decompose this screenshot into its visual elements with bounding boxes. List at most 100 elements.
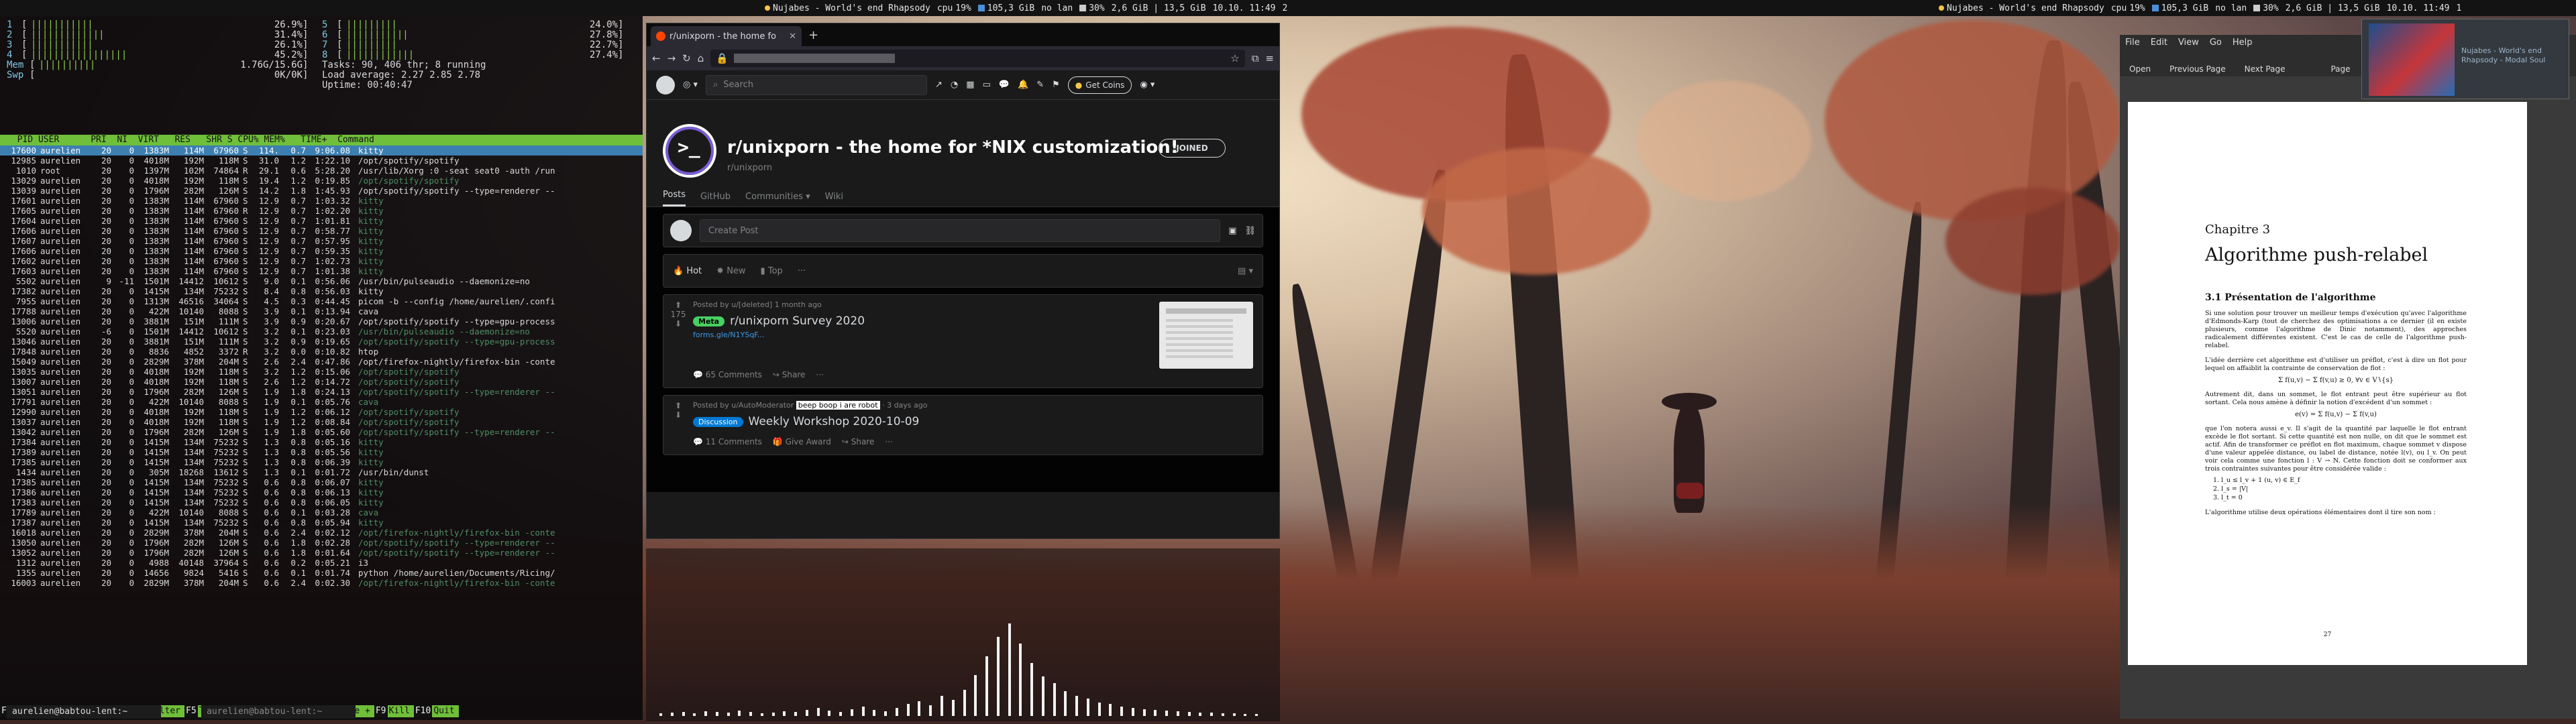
- sort-top[interactable]: ▮ Top: [761, 266, 783, 276]
- firefox-window[interactable]: r/unixporn - the home fo ✕ + ← → ↻ ⌂ 🔒 ☆ ⧉…: [646, 23, 1280, 539]
- table-row[interactable]: 12985 aurelien 20 0 4018M 192M 118M S 31.0 1.2 1:2…: [0, 156, 643, 166]
- close-tab-icon[interactable]: ✕: [789, 32, 796, 42]
- table-row[interactable]: 15049 aurelien 20 0 2829M 378M 204M S 2.6 2.4 0:47…: [0, 357, 643, 367]
- share-button[interactable]: ↪ Share: [842, 437, 875, 446]
- more-icon[interactable]: ···: [885, 437, 892, 446]
- moderation-icon[interactable]: ⚑: [1052, 80, 1060, 90]
- workspace-indicator[interactable]: 2: [1283, 3, 1288, 13]
- table-row[interactable]: 13029 aurelien 20 0 4018M 192M 118M S 19.4 1.2 0:1…: [0, 176, 643, 186]
- function-key-label[interactable]: Quit: [432, 705, 459, 717]
- now-playing[interactable]: Nujabes - World's end Rhapsody: [765, 3, 930, 13]
- table-row[interactable]: 17601 aurelien 20 0 1383M 114M 67960 S 12.9 0.7 1:…: [0, 196, 643, 206]
- table-row[interactable]: 17606 aurelien 20 0 1383M 114M 67960 S 12.9 0.7 0:…: [0, 226, 643, 236]
- album-art-window[interactable]: Nujabes - World's end Rhapsody - Modal So…: [2361, 19, 2569, 99]
- table-row[interactable]: 17387 aurelien 20 0 1415M 134M 75232 S 0.6 0.8 0:0…: [0, 518, 643, 528]
- upvote-icon[interactable]: ⬆: [675, 300, 682, 310]
- table-row[interactable]: 1434 aurelien 20 0 305M 18268 13612 S 1.3 0.1 0:01…: [0, 467, 643, 477]
- create-post-icon[interactable]: ✎: [1036, 80, 1044, 90]
- reload-icon[interactable]: ↻: [682, 52, 691, 64]
- table-row[interactable]: 17602 aurelien 20 0 1383M 114M 67960 S 12.9 0.7 1:…: [0, 256, 643, 266]
- table-row[interactable]: 17788 aurelien 20 0 422M 10140 8088 S 3.9 0.1 0:13…: [0, 306, 643, 316]
- back-icon[interactable]: ←: [652, 52, 661, 64]
- menu-item-help[interactable]: Help: [2233, 38, 2253, 48]
- process-table-header[interactable]: PID USER PRI NI VIRT RES SHR S CPU% MEM%…: [0, 135, 643, 145]
- award-button[interactable]: 🎁 Give Award: [773, 437, 831, 446]
- post-card[interactable]: ⬆ ⬇ Posted by u/AutoModerator beep boop i…: [663, 395, 1263, 455]
- table-row[interactable]: 13042 aurelien 20 0 1796M 282M 126M S 1.9 1.8 0:05…: [0, 427, 643, 437]
- view-mode-icon[interactable]: ▤ ▾: [1238, 266, 1253, 276]
- table-row[interactable]: 17384 aurelien 20 0 1415M 134M 75232 S 1.3 0.8 0:0…: [0, 437, 643, 447]
- pdf-viewer-window[interactable]: File Edit View Go Help Open Previous Page Ne…: [2120, 35, 2576, 719]
- tab-communities[interactable]: Communities ▾: [745, 192, 810, 206]
- more-options-icon[interactable]: ···: [798, 266, 806, 276]
- new-tab-button[interactable]: +: [808, 28, 818, 46]
- table-row[interactable]: 16018 aurelien 20 0 2829M 378M 204M S 0.6 2.4 0:02…: [0, 528, 643, 538]
- table-row[interactable]: 1355 aurelien 20 0 14656 9824 5416 S 0.6 0.1 0:01.…: [0, 568, 643, 578]
- reddit-search[interactable]: ⌕ Search: [706, 74, 928, 95]
- table-row[interactable]: 17603 aurelien 20 0 1383M 114M 67960 S 12.9 0.7 1:…: [0, 266, 643, 276]
- post-flair[interactable]: Discussion: [693, 416, 743, 427]
- video-icon[interactable]: ▭: [983, 80, 991, 90]
- url-bar[interactable]: 🔒 ☆: [710, 50, 1245, 67]
- avatar[interactable]: ◉ ▾: [1140, 80, 1155, 90]
- table-row[interactable]: 17382 aurelien 20 0 1415M 134M 75232 S 8.4 0.8 0:5…: [0, 286, 643, 296]
- table-row[interactable]: 13046 aurelien 20 0 3881M 151M 111M S 3.2 0.9 0:19…: [0, 337, 643, 347]
- sort-new[interactable]: ✸ New: [716, 266, 745, 276]
- function-key-label[interactable]: Kill: [387, 705, 414, 717]
- table-row[interactable]: 13035 aurelien 20 0 4018M 192M 118M S 3.2 1.2 0:15…: [0, 367, 643, 377]
- extensions-icon[interactable]: ⧉: [1252, 52, 1259, 64]
- now-playing[interactable]: Nujabes - World's end Rhapsody: [1939, 3, 2104, 13]
- table-row[interactable]: 13006 aurelien 20 0 3881M 151M 111M S 3.9 0.9 0:20…: [0, 316, 643, 326]
- post-thumbnail[interactable]: [1159, 302, 1253, 369]
- notifications-icon[interactable]: 🔔: [1018, 80, 1028, 90]
- table-row[interactable]: 5502 aurelien 9 -11 1501M 14412 10612 S 9.0 0.1 0:…: [0, 276, 643, 286]
- sort-hot[interactable]: 🔥 Hot: [673, 266, 702, 276]
- table-row[interactable]: 17386 aurelien 20 0 1415M 134M 75232 S 0.6 0.8 0:0…: [0, 487, 643, 497]
- table-row[interactable]: 13050 aurelien 20 0 1796M 282M 126M S 0.6 1.8 0:02…: [0, 538, 643, 548]
- table-row[interactable]: 17604 aurelien 20 0 1383M 114M 67960 S 12.9 0.7 1:…: [0, 216, 643, 226]
- menu-item-go[interactable]: Go: [2210, 38, 2222, 48]
- joined-button[interactable]: JOINED: [1159, 139, 1226, 158]
- table-row[interactable]: 17848 aurelien 20 0 8836 4852 3372 R 3.2 0.0 0:10.…: [0, 347, 643, 357]
- comments-button[interactable]: 💬 11 Comments: [693, 437, 762, 446]
- table-row[interactable]: 17607 aurelien 20 0 1383M 114M 67960 S 12.9 0.7 0:…: [0, 236, 643, 246]
- menu-item-edit[interactable]: Edit: [2151, 38, 2167, 48]
- table-row[interactable]: 16003 aurelien 20 0 2829M 378M 204M S 0.6 2.4 0:02…: [0, 578, 643, 588]
- tab-reddit[interactable]: r/unixporn - the home fo ✕: [651, 26, 802, 46]
- table-row[interactable]: 17383 aurelien 20 0 1415M 134M 75232 S 0.6 0.8 0:0…: [0, 497, 643, 507]
- post-card[interactable]: ⬆ 175 ⬇ Posted by u/[deleted] 1 month ago …: [663, 294, 1263, 388]
- subreddit-switcher-icon[interactable]: ◎ ▾: [683, 80, 698, 90]
- downvote-icon[interactable]: ⬇: [675, 410, 682, 420]
- get-coins-button[interactable]: ● Get Coins: [1067, 76, 1132, 94]
- table-row[interactable]: 13039 aurelien 20 0 1796M 282M 126M S 14.2 1.8 1:4…: [0, 186, 643, 196]
- table-row[interactable]: 13052 aurelien 20 0 1796M 282M 126M S 0.6 1.8 0:01…: [0, 548, 643, 558]
- share-button[interactable]: ↪ Share: [773, 370, 806, 379]
- table-row[interactable]: 12990 aurelien 20 0 4018M 192M 118M S 1.9 1.2 0:06…: [0, 407, 643, 417]
- upvote-icon[interactable]: ⬆: [675, 401, 682, 410]
- table-row[interactable]: 17789 aurelien 20 0 422M 10140 8088 S 0.6 0.1 0:03…: [0, 507, 643, 518]
- image-upload-icon[interactable]: ▣: [1228, 226, 1236, 236]
- previous-page-button[interactable]: Previous Page: [2169, 64, 2226, 74]
- next-page-button[interactable]: Next Page: [2245, 64, 2286, 74]
- forward-icon[interactable]: →: [667, 52, 676, 64]
- table-row[interactable]: 17605 aurelien 20 0 1383M 114M 67960 R 12.9 0.7 1:…: [0, 206, 643, 216]
- all-icon[interactable]: ◔: [951, 80, 958, 90]
- communities-icon[interactable]: ▦: [966, 80, 974, 90]
- table-row[interactable]: 13007 aurelien 20 0 4018M 192M 118M S 2.6 1.2 0:14…: [0, 377, 643, 387]
- terminal-tab[interactable]: aurelien@babtou-lent:~: [201, 705, 356, 719]
- post-title[interactable]: Weekly Workshop 2020-10-09: [749, 415, 920, 428]
- process-table[interactable]: 17600 aurelien 20 0 1383M 114M 67960 S 114. 0.7 9:…: [0, 145, 643, 588]
- tab-posts[interactable]: Posts: [663, 190, 686, 206]
- table-row[interactable]: 17385 aurelien 20 0 1415M 134M 75232 S 0.6 0.8 0:0…: [0, 477, 643, 487]
- workspace-indicator[interactable]: 1: [2457, 3, 2462, 13]
- table-row[interactable]: 17791 aurelien 20 0 422M 10140 8088 S 1.9 0.1 0:05…: [0, 397, 643, 407]
- table-row[interactable]: 17389 aurelien 20 0 1415M 134M 75232 S 1.3 0.8 0:0…: [0, 447, 643, 457]
- open-button[interactable]: Open: [2129, 64, 2151, 74]
- menu-item-view[interactable]: View: [2178, 38, 2199, 48]
- htop-terminal[interactable]: 1[||||||||||| 26.9%] 2[||||||||||||| 31.4%]…: [0, 16, 643, 720]
- table-row[interactable]: 5520 aurelien -6 0 1501M 14412 10612 S 3.2 0.1 0:2…: [0, 326, 643, 337]
- table-row[interactable]: 7955 aurelien 20 0 1313M 46516 34064 S 4.5 0.3 0:4…: [0, 296, 643, 306]
- create-post-input[interactable]: Create Post: [700, 219, 1221, 242]
- menu-icon[interactable]: ≡: [1265, 52, 1274, 64]
- menu-item-file[interactable]: File: [2125, 38, 2140, 48]
